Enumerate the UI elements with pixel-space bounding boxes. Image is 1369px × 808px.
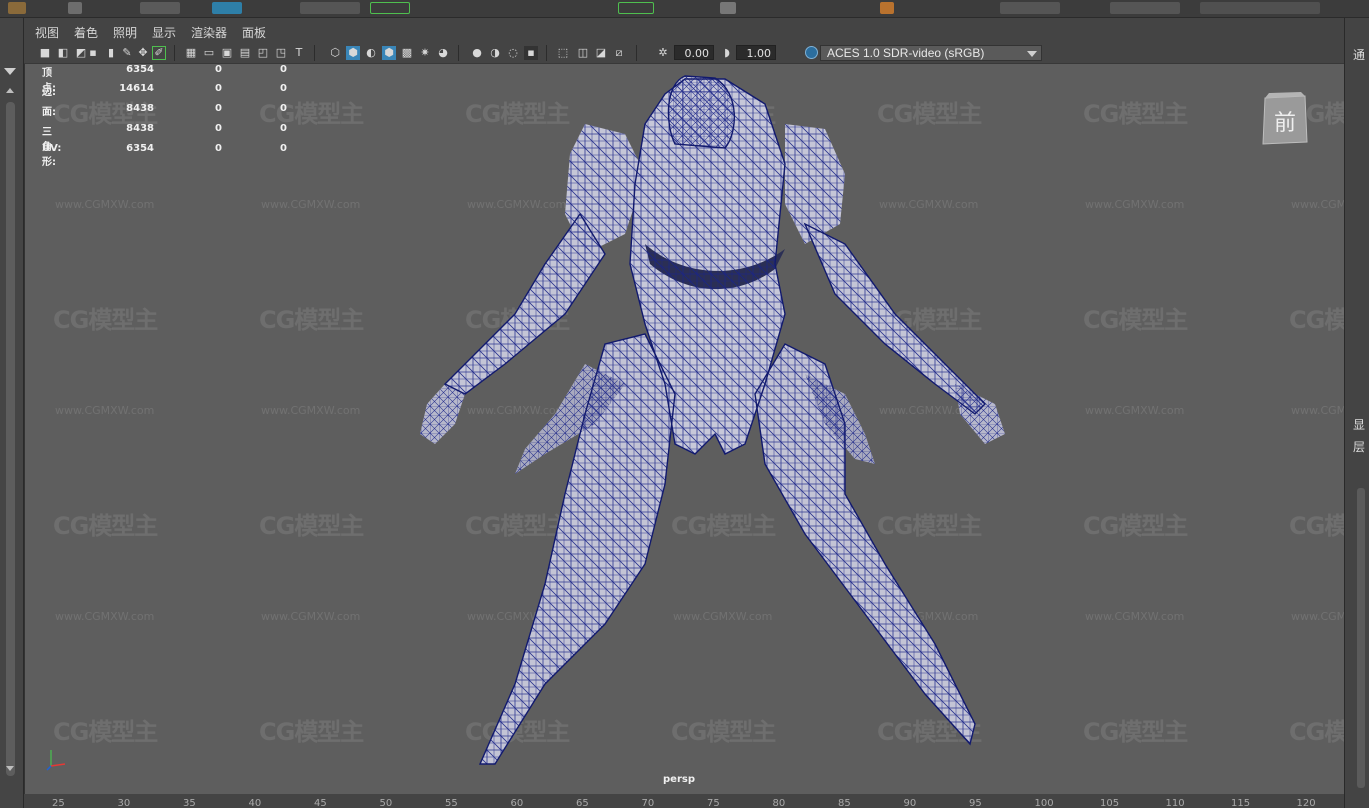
ruler-tick-label: 85 bbox=[838, 798, 851, 808]
menu-renderer[interactable]: 渲染器 bbox=[191, 24, 227, 41]
shelf-icon[interactable] bbox=[212, 2, 242, 14]
menu-view[interactable]: 视图 bbox=[35, 24, 59, 41]
shelf-icon[interactable] bbox=[720, 2, 736, 14]
left-side-panel bbox=[0, 18, 24, 808]
ruler-tick-label: 120 bbox=[1296, 798, 1316, 808]
shelf-icon[interactable] bbox=[1000, 2, 1060, 14]
menu-panels[interactable]: 面板 bbox=[242, 24, 266, 41]
ruler-tick-label: 30 bbox=[117, 798, 131, 808]
shelf-icon[interactable] bbox=[1200, 2, 1320, 14]
grid-icon[interactable]: ▦ bbox=[184, 46, 198, 60]
textured-icon[interactable]: ▩ bbox=[400, 46, 414, 60]
color-management-icon[interactable] bbox=[805, 46, 818, 59]
resolution-gate-icon[interactable]: ▣ bbox=[220, 46, 234, 60]
ruler-tick-label: 55 bbox=[445, 798, 458, 808]
menu-lighting[interactable]: 照明 bbox=[113, 24, 137, 41]
left-scrollbar[interactable] bbox=[6, 102, 15, 776]
ruler-tick-label: 75 bbox=[707, 798, 720, 808]
camera-attributes-icon[interactable]: ◧ bbox=[56, 46, 70, 60]
shelf-icon[interactable] bbox=[140, 2, 180, 14]
right-panel-label: 通 bbox=[1353, 48, 1366, 62]
image-plane-icon[interactable]: ▪ bbox=[86, 46, 100, 60]
xray-icon[interactable]: ◫ bbox=[576, 46, 590, 60]
field-chart-icon[interactable]: ◰ bbox=[256, 46, 270, 60]
ruler-tick-label: 25 bbox=[52, 798, 65, 808]
scroll-up-icon[interactable] bbox=[6, 88, 14, 93]
grease-pencil-icon[interactable]: ✎ bbox=[120, 46, 134, 60]
exposure-field[interactable]: 0.00 bbox=[674, 45, 714, 60]
scroll-down-icon[interactable] bbox=[6, 766, 14, 771]
smooth-shade-icon[interactable]: ⬢ bbox=[346, 46, 360, 60]
menu-shading[interactable]: 着色 bbox=[74, 24, 98, 41]
color-space-dropdown[interactable]: ACES 1.0 SDR-video (sRGB) bbox=[820, 45, 1042, 61]
shelf-icon[interactable] bbox=[880, 2, 894, 14]
shelf-icon[interactable] bbox=[8, 2, 26, 14]
ruler-tick-label: 40 bbox=[248, 798, 262, 808]
camera-label: persp bbox=[663, 774, 695, 785]
right-side-panel: 通 显 层 bbox=[1344, 18, 1369, 808]
collapse-arrow-icon[interactable] bbox=[4, 68, 16, 75]
right-scrollbar[interactable] bbox=[1357, 488, 1365, 788]
ruler-tick-label: 115 bbox=[1231, 798, 1251, 808]
shelf-icon[interactable] bbox=[370, 2, 410, 14]
panel-toolbar: ■ ◧ ◩ ▪ ▮ ✎ ✥ ✐ ▦ ▭ ▣ ▤ ◰ ◳ T ⬡ ⬢ ◐ ⬢ ▩ … bbox=[24, 42, 1344, 64]
maya-window: 视图 着色 照明 显示 渲染器 面板 ■ ◧ ◩ ▪ ▮ ✎ ✥ ✐ ▦ ▭ ▣… bbox=[0, 0, 1369, 808]
camera-select-icon[interactable]: ■ bbox=[38, 46, 52, 60]
exposure-icon[interactable]: ✲ bbox=[656, 46, 670, 60]
gate-mask-icon[interactable]: ▤ bbox=[238, 46, 252, 60]
gamma-field[interactable]: 1.00 bbox=[736, 45, 776, 60]
shelf-icon[interactable] bbox=[618, 2, 654, 14]
axis-gizmo-icon bbox=[43, 744, 73, 774]
depth-of-field-icon[interactable]: ▪ bbox=[524, 46, 538, 60]
shelf-strip bbox=[0, 0, 1369, 18]
shelf-icon[interactable] bbox=[1110, 2, 1180, 14]
xray-joints-icon[interactable]: ◪ bbox=[594, 46, 608, 60]
wireframe-on-shaded-icon[interactable]: ⬢ bbox=[382, 46, 396, 60]
ruler-tick-label: 90 bbox=[903, 798, 917, 808]
color-space-label: ACES 1.0 SDR-video (sRGB) bbox=[827, 46, 985, 60]
isolate-select-icon[interactable]: ⬚ bbox=[556, 46, 570, 60]
time-ruler[interactable]: 25 30 35 40 45 50 55 60 65 70 75 80 85 90 95 100 105 110 1… bbox=[24, 794, 1344, 808]
creature-mesh[interactable] bbox=[25, 64, 1344, 794]
shelf-icon[interactable] bbox=[68, 2, 82, 14]
view-cube-icon[interactable]: 前 bbox=[1261, 92, 1309, 150]
menu-show[interactable]: 显示 bbox=[152, 24, 176, 41]
default-material-icon[interactable]: ◐ bbox=[364, 46, 378, 60]
motion-blur-icon[interactable]: ◑ bbox=[488, 46, 502, 60]
safe-title-icon[interactable]: T bbox=[292, 46, 306, 60]
chevron-down-icon[interactable] bbox=[1027, 51, 1037, 57]
2d-pan-icon[interactable]: ✥ bbox=[136, 46, 150, 60]
grease-pencil-active-icon[interactable]: ✐ bbox=[152, 46, 166, 60]
ruler-tick-label: 100 bbox=[1034, 798, 1054, 808]
lights-icon[interactable]: ✷ bbox=[418, 46, 432, 60]
shadows-icon[interactable]: ◕ bbox=[436, 46, 450, 60]
ruler-tick-label: 60 bbox=[510, 798, 524, 808]
flag-icon[interactable]: ▮ bbox=[104, 46, 118, 60]
right-panel-label: 显 bbox=[1353, 418, 1366, 432]
xray-active-icon[interactable]: ⧄ bbox=[612, 46, 626, 60]
ruler-tick-label: 50 bbox=[379, 798, 393, 808]
ruler-tick-label: 110 bbox=[1165, 798, 1185, 808]
gamma-icon[interactable]: ◗ bbox=[720, 46, 734, 60]
3d-viewport[interactable]: CG模型主CG模型主CG模型主CG模型主CG模型主CG模型主CG模型主CG模型主… bbox=[24, 64, 1344, 794]
ruler-tick-label: 70 bbox=[641, 798, 655, 808]
ruler-tick-label: 35 bbox=[183, 798, 196, 808]
film-gate-icon[interactable]: ▭ bbox=[202, 46, 216, 60]
ruler-tick-label: 45 bbox=[314, 798, 327, 808]
anti-aliasing-icon[interactable]: ◌ bbox=[506, 46, 520, 60]
shelf-icon[interactable] bbox=[300, 2, 360, 14]
mesh-wireframe bbox=[420, 76, 1005, 764]
ruler-tick-label: 95 bbox=[969, 798, 982, 808]
ruler-tick-label: 80 bbox=[772, 798, 786, 808]
right-panel-label: 层 bbox=[1353, 440, 1366, 454]
ruler-tick-label: 65 bbox=[576, 798, 589, 808]
wireframe-icon[interactable]: ⬡ bbox=[328, 46, 342, 60]
ruler-tick-label: 105 bbox=[1100, 798, 1120, 808]
panel-menubar: 视图 着色 照明 显示 渲染器 面板 bbox=[24, 20, 1344, 42]
safe-action-icon[interactable]: ◳ bbox=[274, 46, 288, 60]
view-cube-face-label: 前 bbox=[1274, 111, 1296, 136]
screen-space-ao-icon[interactable]: ● bbox=[470, 46, 484, 60]
